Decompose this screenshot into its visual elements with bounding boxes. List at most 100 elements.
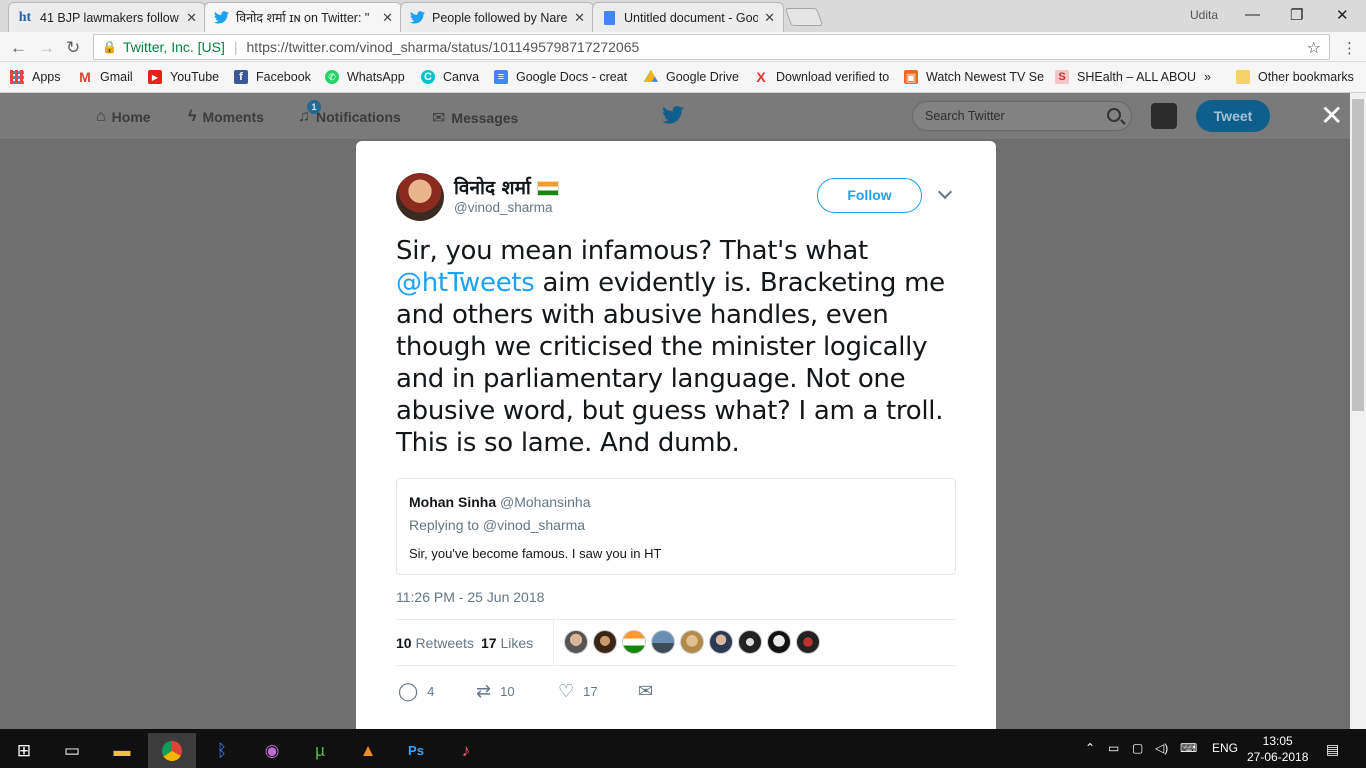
- bookmark-gmail[interactable]: M Gmail: [78, 69, 133, 85]
- avatar[interactable]: [680, 630, 704, 654]
- action-center-icon[interactable]: ▤: [1326, 741, 1339, 758]
- bookmark-google-docs[interactable]: ≡ Google Docs - creat: [494, 70, 627, 84]
- network-icon[interactable]: ▢: [1132, 741, 1143, 755]
- reload-icon[interactable]: ↻: [66, 38, 80, 58]
- author-avatar[interactable]: [396, 173, 444, 221]
- site-identity[interactable]: Twitter, Inc. [US]: [123, 39, 225, 55]
- avatar[interactable]: [651, 630, 675, 654]
- minimize-icon[interactable]: —: [1245, 6, 1260, 23]
- scrollbar-thumb[interactable]: [1352, 99, 1364, 411]
- bookmark-canva[interactable]: C Canva: [421, 70, 479, 84]
- like-action[interactable]: ♡ 17: [558, 681, 598, 702]
- bookmark-whatsapp[interactable]: ✆ WhatsApp: [325, 70, 405, 84]
- chrome-icon[interactable]: [148, 733, 196, 768]
- likes-stat[interactable]: 17 Likes: [481, 635, 533, 651]
- vlc-icon[interactable]: ▲: [344, 733, 392, 768]
- bookmark-shealth[interactable]: S SHEalth – ALL ABOU: [1055, 70, 1196, 84]
- bookmark-download-verified[interactable]: X Download verified to: [754, 69, 889, 85]
- bookmark-facebook[interactable]: f Facebook: [234, 70, 311, 84]
- profile-name[interactable]: Udita: [1190, 8, 1218, 22]
- bluetooth-icon[interactable]: ᛒ: [198, 733, 246, 768]
- bookmark-google-drive[interactable]: Google Drive: [644, 70, 739, 84]
- tweet-stats: 10 Retweets 17 Likes: [396, 619, 956, 666]
- tweet-modal: विनोद शर्मा @vinod_sharma Follow Sir, yo…: [356, 141, 996, 729]
- envelope-icon: ✉: [638, 681, 654, 701]
- picsart-icon[interactable]: ◉: [248, 733, 296, 768]
- address-toolbar: ← → ↻ 🔒 Twitter, Inc. [US] | https://twi…: [0, 32, 1366, 62]
- bookmark-youtube[interactable]: ▶ YouTube: [148, 70, 219, 84]
- bookmark-star-icon[interactable]: ☆: [1307, 38, 1321, 58]
- quoted-tweet[interactable]: Mohan Sinha @Mohansinha Replying to @vin…: [396, 478, 956, 575]
- follow-button[interactable]: Follow: [817, 178, 922, 213]
- nav-messages[interactable]: ✉ Messages: [432, 108, 518, 128]
- restore-icon[interactable]: ❐: [1290, 6, 1303, 24]
- volume-icon[interactable]: ◁): [1155, 741, 1168, 755]
- direct-message-action[interactable]: ✉: [638, 681, 662, 702]
- forward-icon[interactable]: →: [38, 38, 55, 58]
- avatar[interactable]: [796, 630, 820, 654]
- mention-link[interactable]: @htTweets: [396, 268, 535, 298]
- photoshop-icon[interactable]: Ps: [392, 733, 440, 768]
- avatar[interactable]: [1151, 103, 1177, 129]
- reply-action[interactable]: ◯ 4: [398, 681, 434, 702]
- tab-people-followed[interactable]: People followed by Naren ✕: [400, 2, 594, 32]
- scrollbar[interactable]: [1350, 93, 1366, 729]
- avatar[interactable]: [564, 630, 588, 654]
- url-text[interactable]: https://twitter.com/vinod_sharma/status/…: [247, 39, 640, 55]
- close-window-icon[interactable]: ✕: [1336, 6, 1349, 24]
- tab-title: Untitled document - Goo: [624, 10, 759, 25]
- avatar[interactable]: [709, 630, 733, 654]
- bookmark-watch-tv[interactable]: ▣ Watch Newest TV Se: [904, 70, 1044, 84]
- bookmark-apps[interactable]: Apps: [10, 70, 61, 84]
- language-indicator[interactable]: ENG: [1212, 741, 1238, 755]
- task-view-icon[interactable]: ▭: [48, 733, 96, 768]
- avatar[interactable]: [767, 630, 791, 654]
- retweets-stat[interactable]: 10 Retweets: [396, 635, 474, 651]
- divider: [553, 620, 554, 665]
- omnibox[interactable]: 🔒 Twitter, Inc. [US] | https://twitter.c…: [93, 34, 1330, 60]
- utorrent-icon[interactable]: µ: [296, 733, 344, 768]
- search-icon[interactable]: [1107, 108, 1121, 122]
- retweets-label: Retweets: [415, 635, 474, 651]
- show-hidden-icons-icon[interactable]: ⌃: [1085, 741, 1095, 755]
- likers-avatars: [564, 630, 825, 654]
- author-handle[interactable]: @vinod_sharma: [454, 200, 553, 215]
- nav-moments[interactable]: ϟ Moments: [188, 108, 264, 126]
- file-explorer-icon[interactable]: ▬: [98, 733, 146, 768]
- tweet-timestamp[interactable]: 11:26 PM - 25 Jun 2018: [396, 589, 544, 605]
- retweet-icon: ⇄: [476, 681, 492, 701]
- other-bookmarks[interactable]: Other bookmarks: [1236, 70, 1354, 84]
- close-tab-icon[interactable]: ✕: [574, 10, 585, 26]
- nav-messages-label: Messages: [451, 110, 519, 126]
- new-tab-button[interactable]: [784, 8, 824, 26]
- close-tab-icon[interactable]: ✕: [764, 10, 775, 26]
- avatar[interactable]: [738, 630, 762, 654]
- nav-home[interactable]: ⌂ Home: [96, 108, 151, 126]
- chrome-menu-icon[interactable]: ⋮: [1342, 39, 1357, 57]
- tab-google-doc[interactable]: Untitled document - Goo ✕: [592, 2, 784, 32]
- tab-twitter-status[interactable]: विनोद शर्मा ɪɴ on Twitter: " ✕: [204, 2, 402, 32]
- keyboard-icon[interactable]: ⌨: [1180, 741, 1197, 755]
- close-tab-icon[interactable]: ✕: [382, 10, 393, 26]
- compose-tweet-button[interactable]: Tweet: [1196, 100, 1270, 132]
- itunes-icon[interactable]: ♪: [442, 733, 490, 768]
- likes-label: Likes: [500, 635, 534, 651]
- bookmark-label: Google Docs - creat: [516, 70, 628, 84]
- search-input[interactable]: Search Twitter: [912, 101, 1132, 131]
- ht-logo-icon: ht: [18, 9, 32, 25]
- avatar[interactable]: [593, 630, 617, 654]
- close-modal-icon[interactable]: ✕: [1320, 99, 1343, 132]
- system-clock[interactable]: 13:05 27-06-2018: [1247, 733, 1308, 765]
- windows-start-icon[interactable]: ⊞: [0, 733, 48, 768]
- author-name-row[interactable]: विनोद शर्मा: [454, 174, 559, 200]
- avatar[interactable]: [622, 630, 646, 654]
- chevron-down-icon[interactable]: [937, 184, 953, 200]
- battery-icon[interactable]: ▭: [1108, 741, 1119, 755]
- back-icon[interactable]: ←: [10, 38, 27, 58]
- retweet-action[interactable]: ⇄ 10: [476, 681, 515, 702]
- google-docs-icon: [601, 10, 617, 26]
- twitter-logo-icon[interactable]: [662, 106, 684, 129]
- tab-ht-article[interactable]: ht 41 BJP lawmakers follow ✕: [8, 2, 206, 32]
- close-tab-icon[interactable]: ✕: [186, 10, 197, 26]
- bookmarks-overflow[interactable]: »: [1204, 70, 1211, 84]
